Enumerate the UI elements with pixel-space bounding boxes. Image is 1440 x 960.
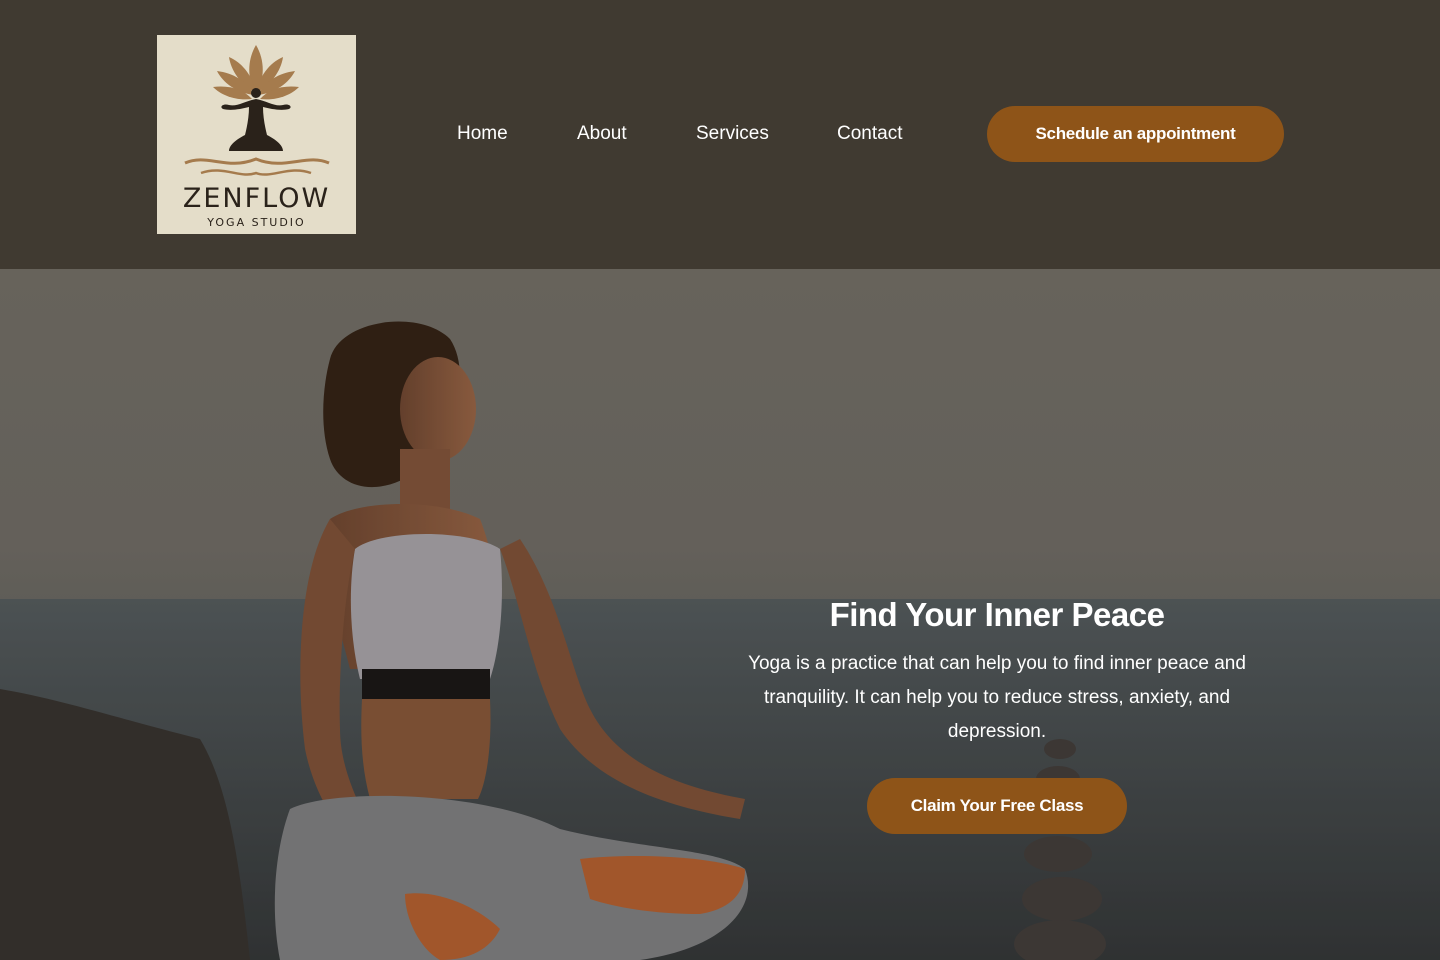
hero-title: Find Your Inner Peace: [829, 596, 1165, 633]
claim-free-class-button[interactable]: Claim Your Free Class: [867, 778, 1127, 834]
hero-description: Yoga is a practice that can help you to …: [748, 653, 1246, 742]
site-header: ZENFLOW YOGA STUDIO Home About Services …: [0, 0, 1440, 269]
brand-tagline: YOGA STUDIO: [207, 216, 306, 229]
schedule-appointment-button[interactable]: Schedule an appointment: [987, 106, 1284, 162]
nav-about[interactable]: About: [577, 121, 627, 147]
nav-services[interactable]: Services: [696, 121, 769, 147]
brand-name: ZENFLOW: [182, 183, 331, 214]
logo[interactable]: ZENFLOW YOGA STUDIO: [157, 35, 356, 234]
nav-contact[interactable]: Contact: [837, 121, 902, 147]
hero-section: Find Your Inner Peace Yoga is a practice…: [0, 269, 1440, 960]
nav-home[interactable]: Home: [457, 121, 508, 147]
